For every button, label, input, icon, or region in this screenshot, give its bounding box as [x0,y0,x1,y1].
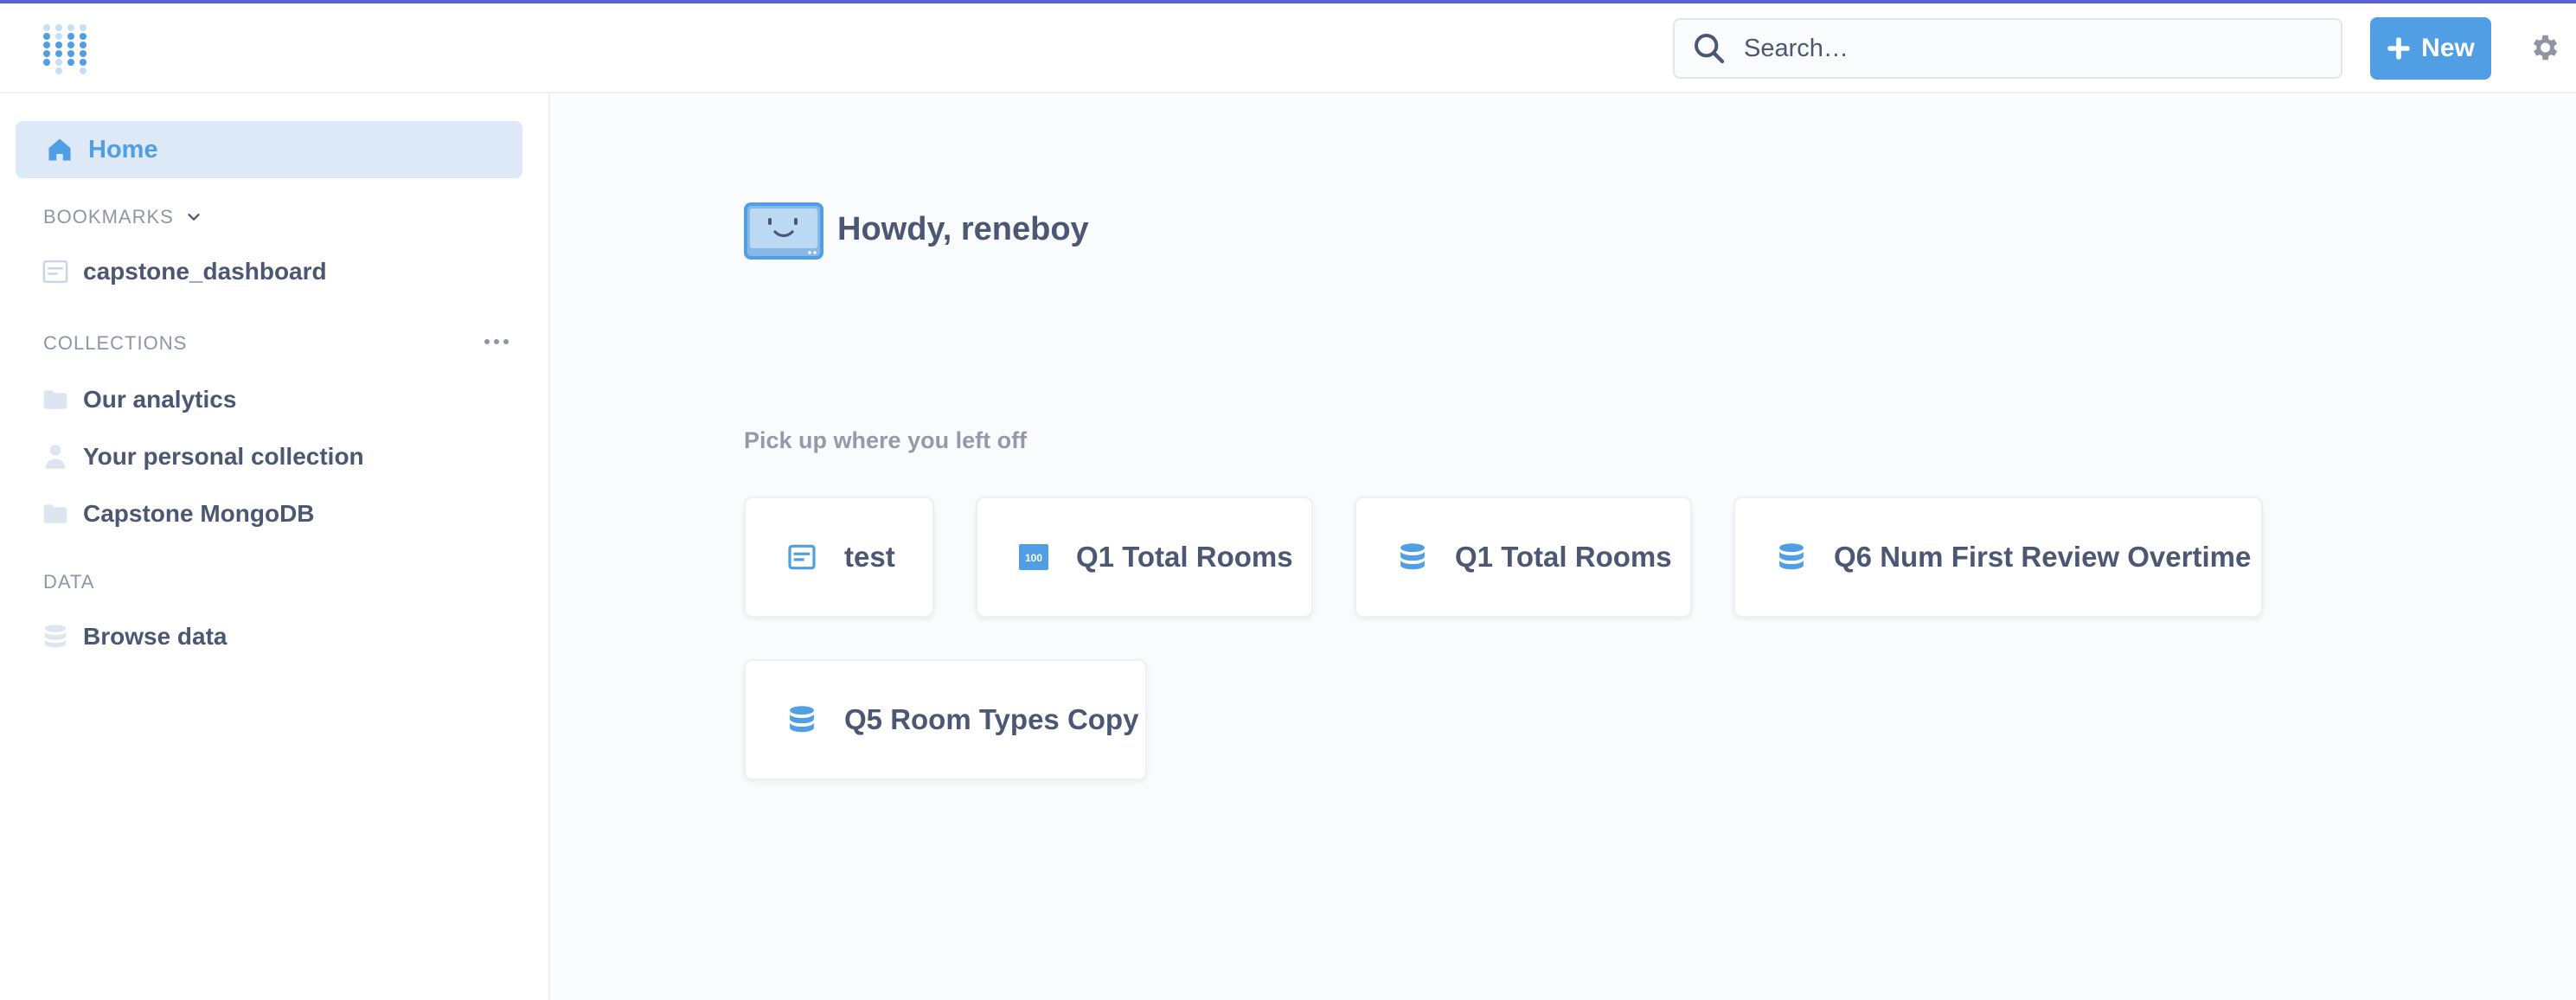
database-icon [787,705,817,734]
smiley-screen-icon [744,202,823,260]
svg-text:100: 100 [1025,552,1042,564]
database-icon [42,623,69,651]
recent-item-label: Q6 Num First Review Overtime [1834,541,2252,573]
more-options-icon[interactable] [483,336,510,348]
sidebar-item-home[interactable]: Home [16,121,522,178]
plus-icon [2387,37,2410,60]
dashboard-icon [787,542,817,572]
home-icon [48,138,71,161]
collections-section-title: COLLECTIONS [43,332,188,354]
sidebar-item-browse-data[interactable]: Browse data [42,618,227,656]
sidebar-item-our-analytics[interactable]: Our analytics [42,381,236,419]
sidebar: Home BOOKMARKS capstone_dashboard COLLEC… [0,93,550,1000]
metabase-logo-icon[interactable] [42,22,90,78]
recent-item-label: Q1 Total Rooms [1076,541,1293,573]
sidebar-item-label: Home [88,135,158,163]
person-icon [42,443,69,471]
sidebar-item-capstone-mongodb[interactable]: Capstone MongoDB [42,495,315,533]
recent-item-card[interactable]: Q1 Total Rooms [1355,497,1692,618]
main-content: Howdy, reneboy Pick up where you left of… [550,93,2576,1000]
bookmarks-section-title[interactable]: BOOKMARKS [43,206,202,228]
gear-icon[interactable] [2528,31,2560,64]
folder-icon [42,386,69,413]
recent-item-card[interactable]: Q6 Num First Review Overtime [1733,497,2263,618]
sidebar-item-label: capstone_dashboard [83,258,327,285]
dashboard-icon [42,258,69,285]
recent-item-card[interactable]: 100 Q1 Total Rooms [976,497,1313,618]
greeting-text: Howdy, reneboy [837,211,1089,247]
sidebar-item-label: Our analytics [83,386,237,413]
recent-item-card[interactable]: Q5 Room Types Copy [744,659,1147,780]
new-button-label: New [2421,34,2475,62]
search-bar[interactable] [1673,18,2342,79]
recent-item-label: test [844,541,895,573]
sidebar-item-capstone-dashboard[interactable]: capstone_dashboard [42,253,327,291]
sidebar-item-label: Capstone MongoDB [83,500,315,527]
chevron-down-icon [188,214,200,221]
sidebar-item-label: Your personal collection [83,443,364,470]
data-section-title: DATA [43,571,95,593]
sidebar-item-personal-collection[interactable]: Your personal collection [42,438,364,476]
database-icon [1398,542,1427,572]
folder-icon [42,500,69,528]
search-icon [1695,34,1725,64]
recent-item-label: Q5 Room Types Copy [844,703,1139,735]
top-bar: New [0,3,2576,93]
database-icon [1777,542,1806,572]
recent-item-card[interactable]: test [744,497,934,618]
recent-item-label: Q1 Total Rooms [1455,541,1672,573]
pickup-section-title: Pick up where you left off [744,427,1028,453]
search-input[interactable] [1744,34,2297,63]
number-icon: 100 [1019,542,1048,572]
new-button[interactable]: New [2370,17,2491,80]
sidebar-item-label: Browse data [83,623,227,650]
